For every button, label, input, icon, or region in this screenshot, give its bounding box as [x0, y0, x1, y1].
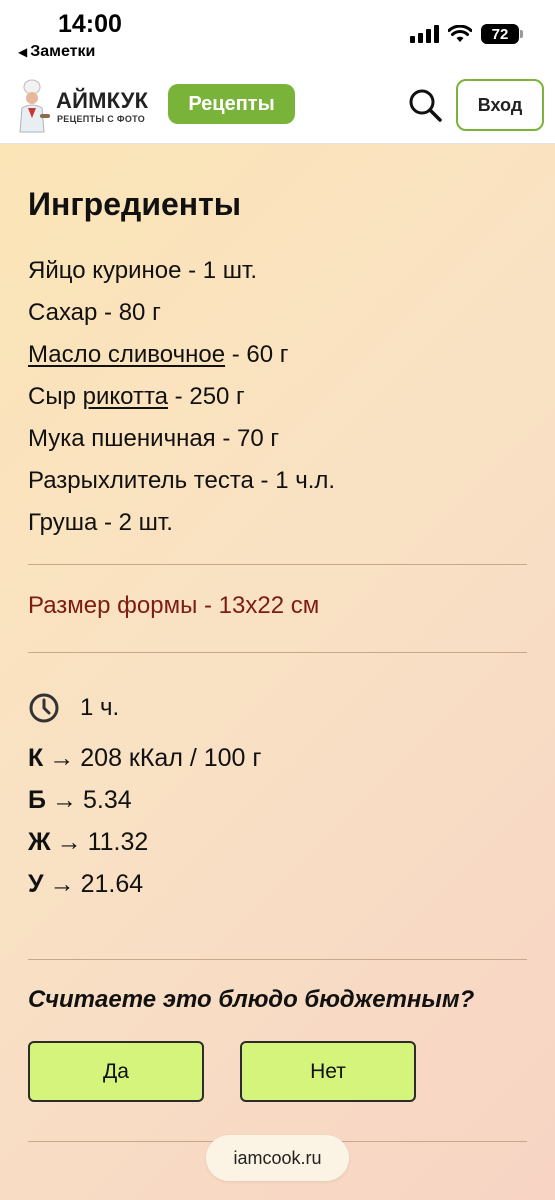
ingredient-link-butter[interactable]: Масло сливочное: [28, 341, 225, 368]
recipes-button[interactable]: Рецепты: [168, 84, 295, 124]
divider: [28, 652, 527, 653]
nutrition-facts: К → 208 кКал / 100 г Б → 5.34 Ж → 11.32 У → 21.6…: [28, 738, 262, 906]
ingredient-amount: - 1 ч.л.: [253, 467, 336, 494]
cook-time-value: 1 ч.: [80, 694, 120, 721]
ingredient-amount: - 1 шт.: [181, 257, 258, 284]
nutrition-key: К: [28, 744, 44, 772]
ingredient-amount: - 80 г: [97, 299, 161, 326]
arrow-icon: →: [56, 828, 82, 856]
no-button[interactable]: Нет: [240, 1041, 416, 1102]
arrow-icon: →: [51, 786, 77, 814]
login-button[interactable]: Вход: [456, 79, 544, 131]
back-to-app-link[interactable]: ◀ Заметки: [18, 43, 95, 61]
status-indicators: 72: [410, 24, 523, 44]
nutrition-value: 5.34: [82, 786, 132, 814]
nutrition-key: Б: [28, 786, 46, 814]
ingredient-item: Груша - 2 шт.: [28, 506, 528, 548]
clock-icon: [29, 693, 59, 723]
wifi-icon: [448, 25, 472, 42]
ingredient-amount: - 60 г: [225, 341, 289, 368]
nutrition-key: Ж: [28, 828, 51, 856]
budget-question: Считаете это блюдо бюджетным?: [28, 986, 475, 1013]
divider: [28, 564, 527, 565]
nutrition-row: К → 208 кКал / 100 г: [28, 738, 262, 780]
status-time: 14:00: [58, 10, 122, 38]
form-size-note: Размер формы - 13x22 см: [28, 592, 320, 619]
ingredient-name: Сахар: [28, 299, 98, 326]
logo-title: АЙМКУК: [56, 88, 149, 113]
ingredient-amount: - 2 шт.: [97, 509, 173, 536]
battery-icon: 72: [481, 24, 523, 44]
cellular-signal-icon: [410, 25, 439, 43]
nutrition-row: Б → 5.34: [28, 780, 262, 822]
ingredient-name: Мука пшеничная: [28, 425, 216, 452]
address-bar-url[interactable]: iamcook.ru: [206, 1135, 349, 1181]
ingredient-item: Сыр рикотта - 250 г: [28, 380, 528, 422]
site-header: АЙМКУК РЕЦЕПТЫ С ФОТО Рецепты Вход: [0, 66, 555, 144]
nutrition-value: 208 кКал / 100 г: [80, 744, 262, 772]
recipe-details: Ингредиенты Яйцо куриное - 1 шт. Сахар -…: [0, 144, 555, 1200]
logo-subtitle: РЕЦЕПТЫ С ФОТО: [57, 114, 146, 124]
ingredient-item: Яйцо куриное - 1 шт.: [28, 254, 528, 296]
nutrition-value: 21.64: [80, 870, 144, 898]
arrow-icon: →: [49, 744, 75, 772]
ingredient-name: Яйцо куриное: [28, 257, 182, 284]
ingredient-prefix: Сыр: [28, 383, 83, 410]
ingredients-list: Яйцо куриное - 1 шт. Сахар - 80 г Масло …: [28, 254, 528, 548]
back-app-label: Заметки: [30, 43, 96, 60]
ingredient-item: Разрыхлитель теста - 1 ч.л.: [28, 464, 528, 506]
nutrition-row: Ж → 11.32: [28, 822, 262, 864]
nutrition-value: 11.32: [87, 828, 149, 856]
ingredient-amount: - 70 г: [215, 425, 280, 452]
ingredient-item: Мука пшеничная - 70 г: [28, 422, 528, 464]
ingredient-name: Разрыхлитель теста: [28, 467, 254, 494]
nutrition-key: У: [28, 870, 44, 898]
chef-logo-icon: [19, 79, 50, 133]
site-logo[interactable]: АЙМКУК РЕЦЕПТЫ С ФОТО: [12, 76, 152, 134]
arrow-icon: →: [49, 870, 75, 898]
ingredient-name: Груша: [28, 509, 98, 536]
ingredient-item: Сахар - 80 г: [28, 296, 528, 338]
ingredient-link-ricotta[interactable]: рикотта: [83, 383, 168, 410]
nutrition-row: У → 21.64: [28, 864, 262, 906]
ingredient-item: Масло сливочное - 60 г: [28, 338, 528, 380]
cook-time: 1 ч.: [28, 692, 119, 724]
ingredient-amount: - 250 г: [168, 383, 245, 410]
yes-button[interactable]: Да: [28, 1041, 204, 1102]
divider: [28, 959, 527, 960]
ingredients-heading: Ингредиенты: [28, 186, 242, 222]
status-bar: 14:00 ◀ Заметки 72: [0, 0, 555, 66]
search-icon[interactable]: [406, 86, 444, 124]
back-triangle-icon: ◀: [18, 45, 28, 59]
battery-level: 72: [491, 25, 509, 43]
